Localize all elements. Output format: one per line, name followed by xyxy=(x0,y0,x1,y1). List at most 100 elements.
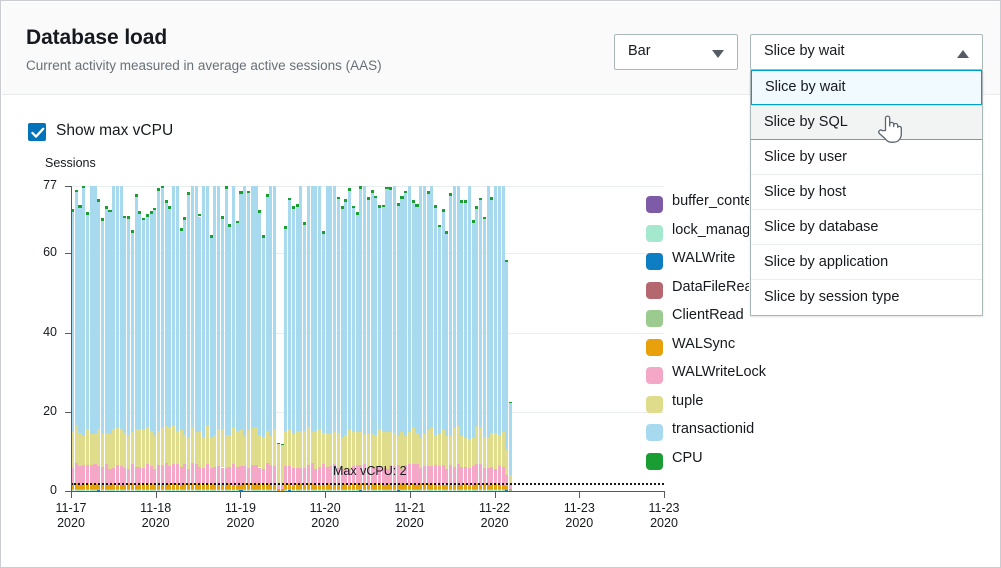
chart-bar[interactable] xyxy=(239,186,242,491)
chart-bar[interactable] xyxy=(176,186,179,491)
chart-bar[interactable] xyxy=(352,186,355,491)
chart-bar[interactable] xyxy=(438,186,441,491)
chart-bar[interactable] xyxy=(75,186,78,491)
chart-bar[interactable] xyxy=(389,186,392,491)
chart-bar[interactable] xyxy=(168,186,171,491)
chart-bar[interactable] xyxy=(430,186,433,491)
chart-bar[interactable] xyxy=(213,186,216,491)
chart-bar[interactable] xyxy=(258,186,261,491)
legend-item-9[interactable]: CPU xyxy=(646,448,976,477)
chart-bar[interactable] xyxy=(326,186,329,491)
chart-bar[interactable] xyxy=(131,186,134,491)
chart-bar[interactable] xyxy=(225,186,228,491)
dropdown-item-6[interactable]: Slice by session type xyxy=(751,280,982,315)
chart-bar[interactable] xyxy=(371,186,374,491)
chart-bar[interactable] xyxy=(123,186,126,491)
chart-bar[interactable] xyxy=(262,186,265,491)
chart-bar[interactable] xyxy=(322,186,325,491)
chart-bar[interactable] xyxy=(191,186,194,491)
dropdown-item-2[interactable]: Slice by user xyxy=(751,140,982,175)
chart-bar[interactable] xyxy=(509,186,512,491)
chart-bar[interactable] xyxy=(78,186,81,491)
chart-bar[interactable] xyxy=(157,186,160,491)
chart-bar[interactable] xyxy=(307,186,310,491)
chart-bar[interactable] xyxy=(236,186,239,491)
chart-bar[interactable] xyxy=(161,186,164,491)
chart-bar[interactable] xyxy=(400,186,403,491)
chart-bar[interactable] xyxy=(101,186,104,491)
chart-bar[interactable] xyxy=(135,186,138,491)
chart-bar[interactable] xyxy=(393,186,396,491)
chart-bar[interactable] xyxy=(348,186,351,491)
dropdown-item-0[interactable]: Slice by wait xyxy=(751,70,982,105)
chart-bar[interactable] xyxy=(210,186,213,491)
chart-bar[interactable] xyxy=(247,186,250,491)
chart-bar[interactable] xyxy=(228,186,231,491)
chart-bar[interactable] xyxy=(427,186,430,491)
chart-bar[interactable] xyxy=(457,186,460,491)
chart-bar[interactable] xyxy=(397,186,400,491)
chart-bar[interactable] xyxy=(97,186,100,491)
chart-bar[interactable] xyxy=(498,186,501,491)
chart-bar[interactable] xyxy=(333,186,336,491)
chart-bar[interactable] xyxy=(183,186,186,491)
chart-bar[interactable] xyxy=(86,186,89,491)
chart-bar[interactable] xyxy=(487,186,490,491)
chart-bar[interactable] xyxy=(251,186,254,491)
chart-bar[interactable] xyxy=(206,186,209,491)
chart-bar[interactable] xyxy=(93,186,96,491)
chart-bar[interactable] xyxy=(483,186,486,491)
chart-bar[interactable] xyxy=(502,186,505,491)
chart-bar[interactable] xyxy=(408,186,411,491)
chart-bar[interactable] xyxy=(472,186,475,491)
slice-by-select[interactable]: Slice by wait xyxy=(750,34,983,70)
chart-bar[interactable] xyxy=(494,186,497,491)
chart-bar[interactable] xyxy=(359,186,362,491)
chart-bar[interactable] xyxy=(120,186,123,491)
chart-bar[interactable] xyxy=(468,186,471,491)
chart-bar[interactable] xyxy=(153,186,156,491)
chart-bar[interactable] xyxy=(314,186,317,491)
chart-bar[interactable] xyxy=(292,186,295,491)
chart-bar[interactable] xyxy=(382,186,385,491)
chart-bar[interactable] xyxy=(453,186,456,491)
chart-bar[interactable] xyxy=(475,186,478,491)
chart-bar[interactable] xyxy=(337,186,340,491)
chart-bar[interactable] xyxy=(269,186,272,491)
chart-bar[interactable] xyxy=(284,186,287,491)
chart-bar[interactable] xyxy=(288,186,291,491)
chart-bar[interactable] xyxy=(299,186,302,491)
chart-bar[interactable] xyxy=(344,186,347,491)
chart-bar[interactable] xyxy=(82,186,85,491)
chart-bar[interactable] xyxy=(415,186,418,491)
chart-bar[interactable] xyxy=(378,186,381,491)
legend-item-6[interactable]: WALWriteLock xyxy=(646,362,976,391)
chart-bar[interactable] xyxy=(490,186,493,491)
chart-bar[interactable] xyxy=(232,186,235,491)
chart-bar[interactable] xyxy=(142,186,145,491)
chart-bar[interactable] xyxy=(195,186,198,491)
chart-bar[interactable] xyxy=(329,186,332,491)
chart-bar[interactable] xyxy=(116,186,119,491)
chart-bar[interactable] xyxy=(442,186,445,491)
chart-bar[interactable] xyxy=(172,186,175,491)
chart-bar[interactable] xyxy=(505,186,508,491)
chart-bar[interactable] xyxy=(165,186,168,491)
legend-item-5[interactable]: WALSync xyxy=(646,334,976,363)
legend-item-7[interactable]: tuple xyxy=(646,391,976,420)
chart-bar[interactable] xyxy=(303,186,306,491)
chart-bar[interactable] xyxy=(217,186,220,491)
chart-bar[interactable] xyxy=(412,186,415,491)
chart-bar[interactable] xyxy=(180,186,183,491)
chart-bar[interactable] xyxy=(434,186,437,491)
chart-bar[interactable] xyxy=(318,186,321,491)
chart-bar[interactable] xyxy=(112,186,115,491)
chart-bar[interactable] xyxy=(367,186,370,491)
chart-type-select[interactable]: Bar xyxy=(614,34,738,70)
chart-bar[interactable] xyxy=(138,186,141,491)
chart-bar[interactable] xyxy=(90,186,93,491)
chart-bar[interactable] xyxy=(464,186,467,491)
chart-bar[interactable] xyxy=(254,186,257,491)
chart-bar[interactable] xyxy=(202,186,205,491)
chart-bar[interactable] xyxy=(479,186,482,491)
